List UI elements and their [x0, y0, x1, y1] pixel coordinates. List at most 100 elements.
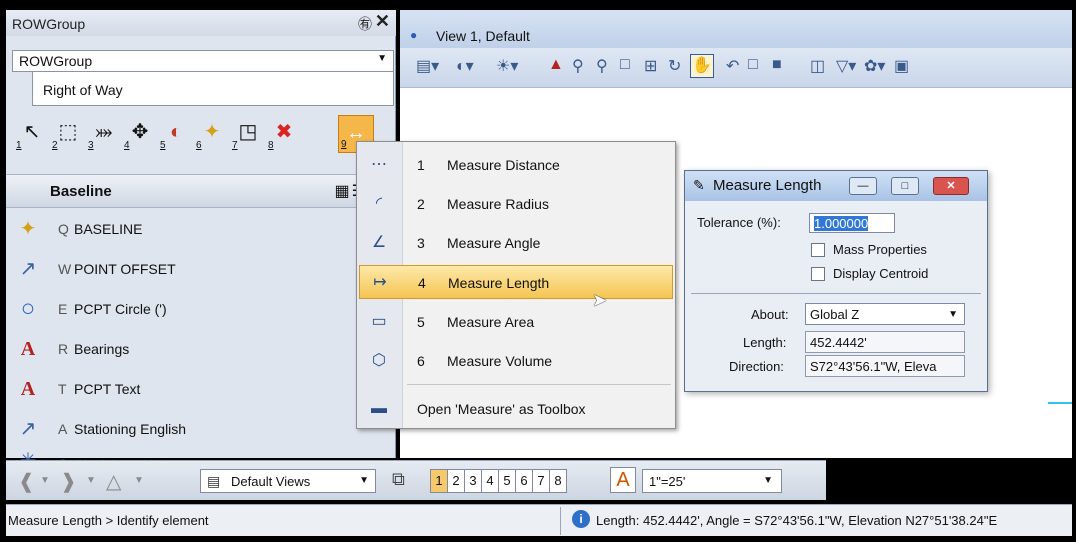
chevron-down-icon[interactable]: ▼: [134, 475, 144, 486]
saved-views-value: Default Views: [231, 474, 311, 489]
menu-item-label: Measure Area: [447, 314, 535, 330]
clip-mask-icon[interactable]: ✿▾: [864, 56, 885, 76]
tool-button-3[interactable]: ⤗ 3: [86, 115, 122, 153]
view-number-buttons: 12345678: [430, 469, 567, 493]
forward-arrow-icon[interactable]: ❱: [60, 469, 77, 494]
subgroup-tab[interactable]: Right of Way: [32, 72, 394, 106]
item-label: BASELINE: [74, 221, 143, 237]
list-item[interactable]: ↗ W POINT OFFSET: [6, 250, 396, 290]
level-icon[interactable]: △: [106, 469, 121, 494]
camera-icon[interactable]: ▣: [894, 56, 909, 76]
chevron-down-icon[interactable]: ▼: [40, 475, 50, 486]
clip-volume-icon[interactable]: ▽▾: [836, 56, 856, 76]
mass-properties-checkbox[interactable]: [811, 243, 825, 257]
app-window: ROWGroup ㊒ ✕ ROWGroup ▼ Right of Way ↖ 1…: [0, 0, 1076, 542]
tool-button-7[interactable]: ◳ 7: [230, 115, 266, 153]
info-icon[interactable]: i: [572, 510, 590, 528]
view-button-6[interactable]: 6: [515, 469, 533, 493]
tolerance-field[interactable]: 1.000000: [809, 213, 895, 233]
chevron-down-icon: ▼: [948, 309, 958, 320]
view-attributes-icon[interactable]: ▤▾: [416, 56, 439, 76]
menu-item-label: Measure Angle: [447, 235, 541, 251]
menu-item-measure-volume[interactable]: ⬡ 6 Measure Volume: [359, 344, 673, 378]
section-title: Baseline: [50, 183, 112, 200]
dialog-tool-icon: ✎: [693, 177, 705, 193]
next-view-icon[interactable]: □: [748, 56, 758, 74]
stationing-icon: ↗: [19, 418, 37, 440]
length-label: Length:: [743, 335, 787, 350]
dialog-titlebar[interactable]: ✎ Measure Length — □ ✕: [685, 171, 987, 201]
list-item[interactable]: ○ E PCPT Circle ('): [6, 290, 396, 330]
view-button-7[interactable]: 7: [532, 469, 550, 493]
pan-hand-icon[interactable]: ✋: [690, 54, 714, 78]
tool-number: 9: [341, 139, 347, 150]
tool-button-8[interactable]: ✖ 8: [266, 115, 302, 153]
view-button-4[interactable]: 4: [481, 469, 499, 493]
menu-item-measure-area[interactable]: ▭ 5 Measure Area: [359, 305, 673, 339]
maximize-button[interactable]: □: [891, 177, 919, 195]
view-windows-icon[interactable]: ⧉: [392, 469, 405, 490]
minimize-button[interactable]: —: [849, 177, 877, 195]
menu-item-measure-radius[interactable]: ◜ 2 Measure Radius: [359, 187, 673, 221]
annotation-scale-select[interactable]: 1"=25' ▼: [642, 469, 782, 493]
copy-view-icon[interactable]: ■: [772, 56, 782, 74]
view-button-3[interactable]: 3: [464, 469, 482, 493]
chevron-down-icon[interactable]: ▼: [86, 475, 96, 486]
menu-item-measure-length[interactable]: ↦ 4 Measure Length: [359, 265, 673, 299]
view-title: View 1, Default: [436, 28, 530, 44]
list-item[interactable]: A R Bearings: [6, 330, 396, 370]
view-button-5[interactable]: 5: [498, 469, 516, 493]
mouse-cursor-icon: ➤: [592, 290, 608, 310]
annotation-scale-icon[interactable]: A: [610, 467, 636, 493]
drawing-element[interactable]: [1048, 402, 1072, 404]
tool-button-5[interactable]: ◐ 5: [158, 115, 194, 153]
zoom-out-icon[interactable]: ⚲: [596, 56, 608, 76]
back-arrow-icon[interactable]: ❰: [18, 469, 35, 494]
direction-label: Direction:: [729, 359, 784, 374]
view-group-icon[interactable]: ◫: [810, 56, 825, 76]
view-button-1[interactable]: 1: [430, 469, 448, 493]
view-toolbar: ▤▾ ◐▾ ☀▾ ▲ ⚲ ⚲ □ ⊞ ↻ ✋ ↶ □ ■ ◫ ▽▾ ✿▾ ▣: [400, 48, 1072, 88]
list-item[interactable]: A T PCPT Text: [6, 370, 396, 410]
view-button-2[interactable]: 2: [447, 469, 465, 493]
fit-view-icon[interactable]: ⊞: [644, 56, 657, 76]
direction-value: S72°43'56.1"W, Eleva: [810, 359, 937, 374]
chevron-down-icon: ▼: [359, 475, 369, 486]
close-button[interactable]: ✕: [933, 177, 969, 195]
measure-area-icon: ▭: [371, 313, 387, 330]
tool-button-2[interactable]: ⬚ 2: [50, 115, 86, 153]
pin-icon[interactable]: ㊒: [358, 14, 372, 34]
menu-item-measure-angle[interactable]: ∠ 3 Measure Angle: [359, 226, 673, 260]
text-a-icon: A: [20, 338, 36, 360]
menu-item-number: 3: [417, 235, 425, 251]
update-view-icon[interactable]: ▲: [548, 56, 564, 74]
menu-item-number: 1: [417, 157, 425, 173]
menu-item-open-toolbox[interactable]: ▬ Open 'Measure' as Toolbox: [359, 392, 673, 426]
lighting-icon[interactable]: ☀▾: [496, 56, 518, 76]
close-icon[interactable]: ✕: [375, 11, 390, 32]
tool-button-1[interactable]: ↖ 1: [14, 115, 50, 153]
status-prompt: Measure Length > Identify element: [8, 513, 209, 528]
display-centroid-label: Display Centroid: [833, 266, 929, 281]
previous-view-icon[interactable]: ↶: [726, 56, 739, 76]
palette-icon: ◐: [169, 121, 183, 143]
rotate-view-icon[interactable]: ↻: [668, 56, 681, 76]
dialog-divider: [691, 293, 981, 294]
section-header[interactable]: Baseline ▦☰▬: [6, 174, 396, 208]
tool-number: 4: [124, 140, 130, 151]
view-button-8[interactable]: 8: [549, 469, 567, 493]
point-offset-icon: ↗: [19, 258, 37, 280]
menu-item-measure-distance[interactable]: ⋯ 1 Measure Distance: [359, 148, 673, 182]
window-area-icon[interactable]: □: [620, 56, 630, 74]
list-item[interactable]: ✦ Q BASELINE: [6, 210, 396, 250]
saved-views-select[interactable]: ▤ Default Views ▼: [200, 469, 376, 493]
display-centroid-checkbox[interactable]: [811, 267, 825, 281]
list-item[interactable]: ↗ A Stationing English: [6, 410, 396, 450]
group-select[interactable]: ROWGroup ▼: [12, 50, 394, 72]
dialog-body: Tolerance (%): 1.000000 Mass Properties …: [685, 201, 987, 391]
tool-button-6[interactable]: ✦ 6: [194, 115, 230, 153]
tool-button-4[interactable]: ✥ 4: [122, 115, 158, 153]
display-style-icon[interactable]: ◐▾: [456, 56, 474, 76]
about-select[interactable]: Global Z ▼: [805, 303, 965, 325]
zoom-in-icon[interactable]: ⚲: [572, 56, 584, 76]
